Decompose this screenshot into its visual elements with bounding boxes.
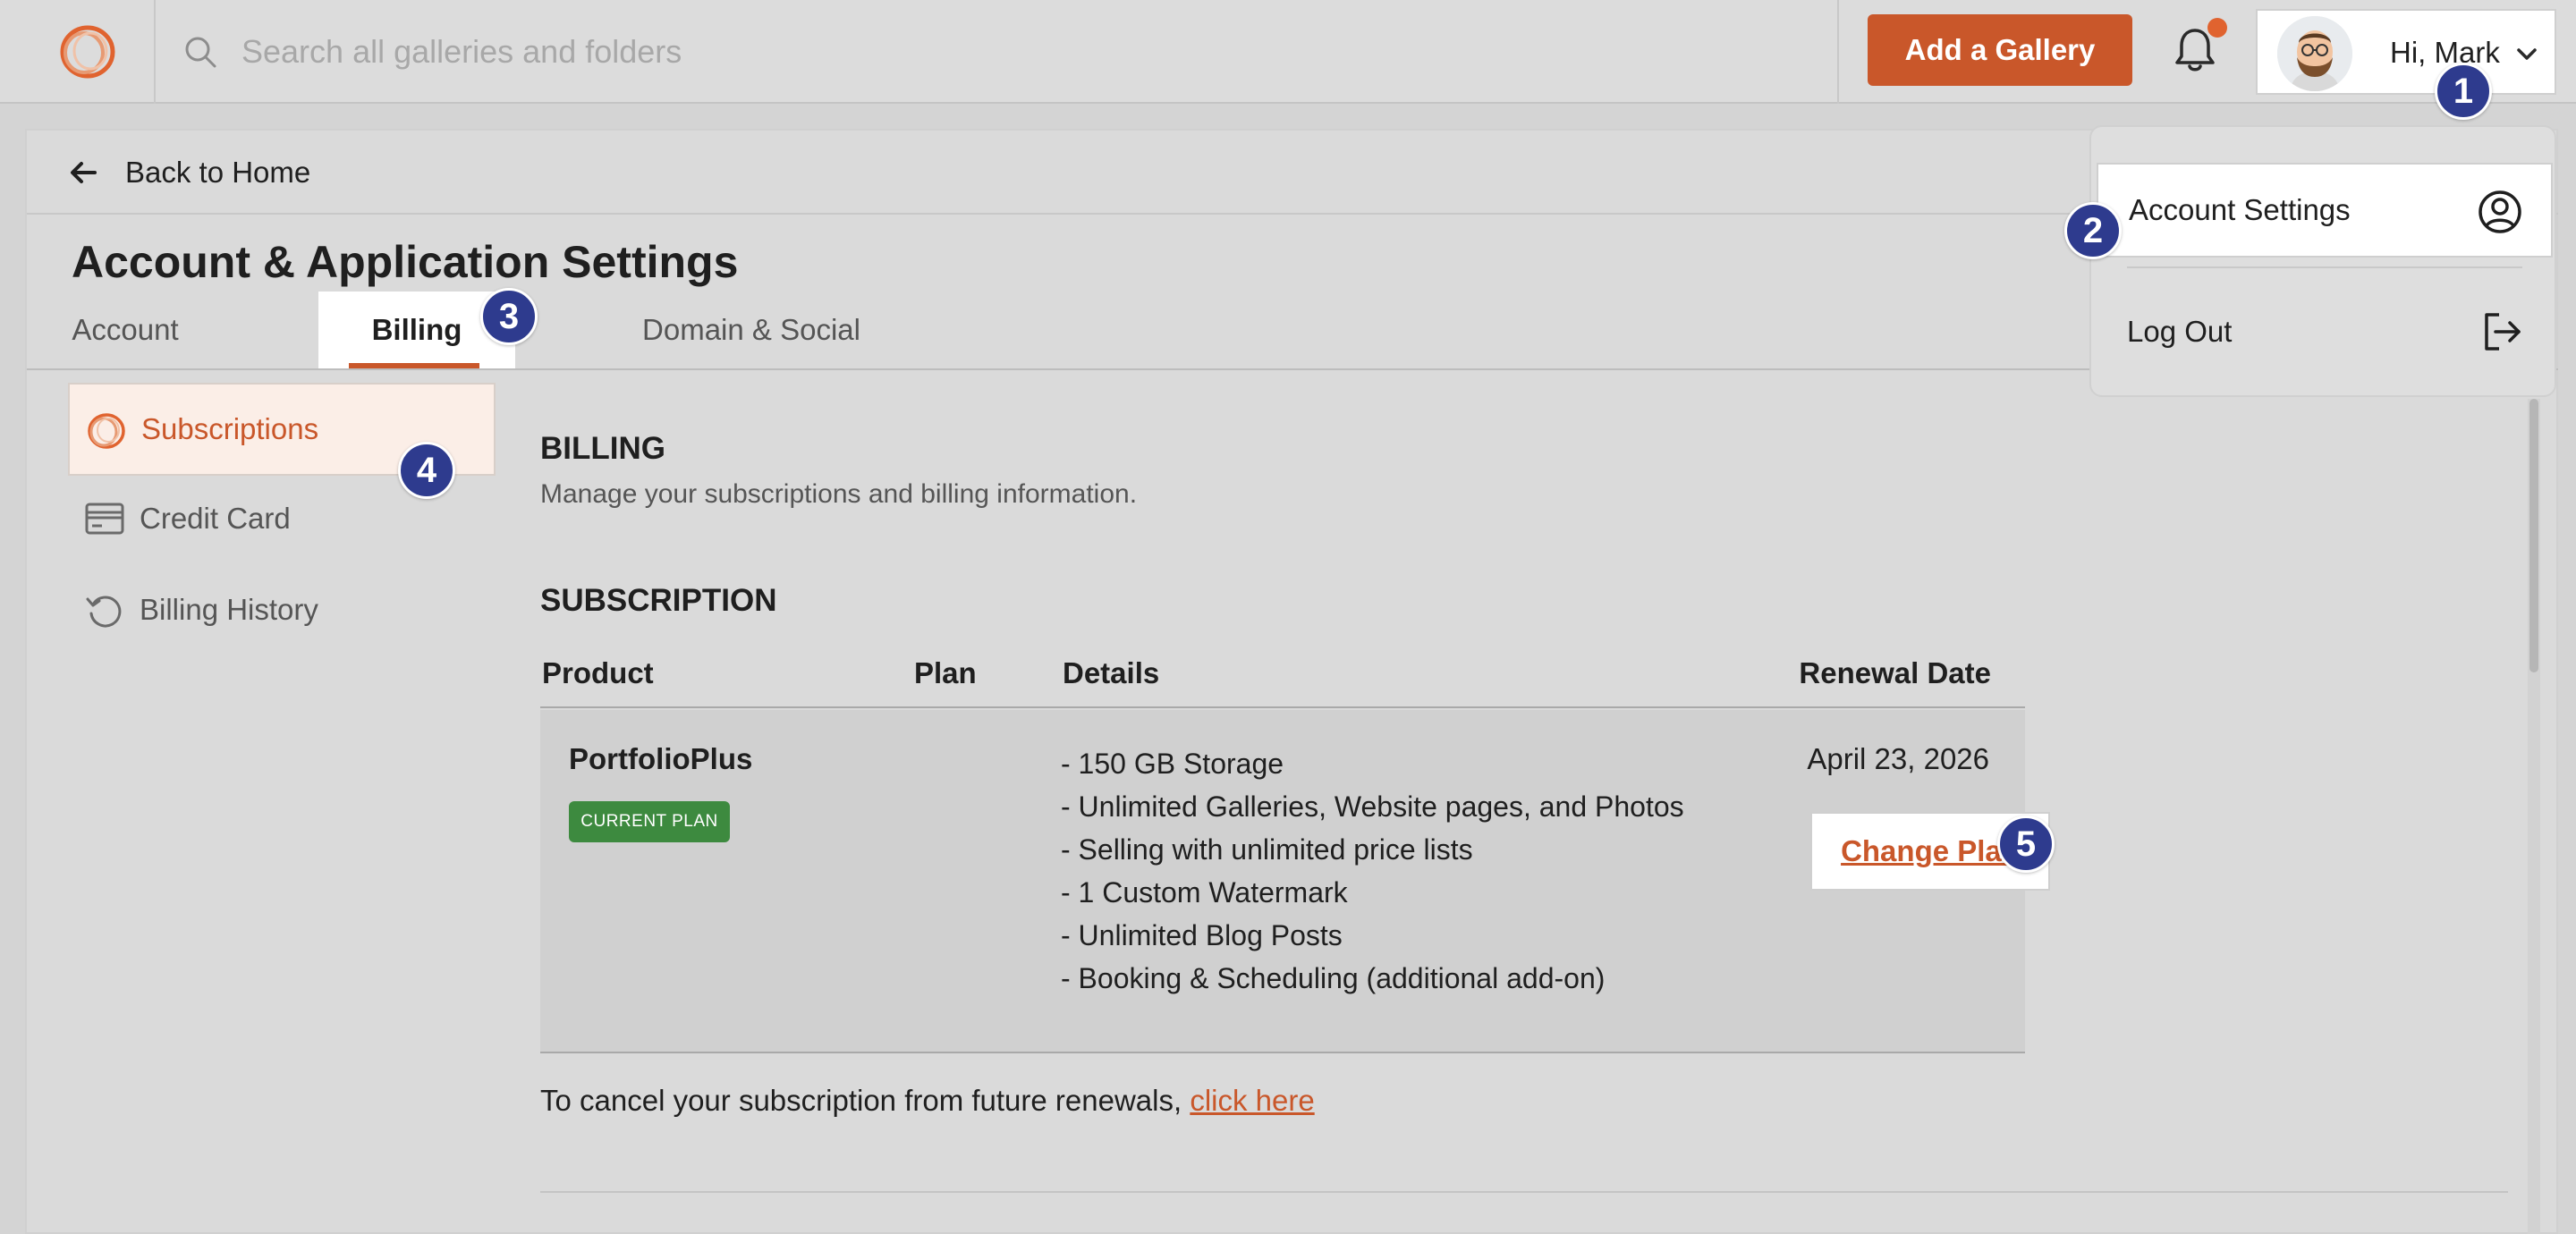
chevron-down-icon bbox=[2517, 48, 2537, 60]
column-header-plan: Plan bbox=[914, 656, 977, 689]
user-circle-icon bbox=[2479, 190, 2521, 233]
renewal-date: April 23, 2026 bbox=[1807, 742, 1989, 775]
cancel-subscription-link[interactable]: click here bbox=[1190, 1084, 1314, 1117]
back-to-home-link[interactable]: Back to Home bbox=[125, 156, 310, 190]
current-plan-badge: CURRENT PLAN bbox=[569, 801, 730, 842]
credit-card-icon bbox=[85, 503, 124, 535]
tab-domain-social[interactable]: Domain & Social bbox=[599, 292, 903, 368]
step-marker-1: 1 bbox=[2435, 63, 2492, 120]
logo-ring-icon bbox=[88, 413, 125, 449]
page-title: Account & Application Settings bbox=[72, 237, 739, 287]
column-header-details: Details bbox=[1063, 656, 1160, 689]
plan-detail-item: - 1 Custom Watermark bbox=[1061, 876, 1348, 909]
search-input[interactable] bbox=[242, 27, 1762, 77]
column-header-product: Product bbox=[542, 656, 654, 689]
scrollbar-thumb[interactable] bbox=[2529, 399, 2538, 672]
arrow-left-icon[interactable] bbox=[68, 157, 98, 188]
step-marker-5: 5 bbox=[1997, 816, 2055, 873]
logout-icon bbox=[2485, 313, 2521, 351]
section-divider bbox=[540, 1191, 2508, 1193]
step-marker-4: 4 bbox=[398, 442, 455, 499]
plan-detail-item: - 150 GB Storage bbox=[1061, 748, 1284, 780]
step-marker-3: 3 bbox=[480, 288, 538, 345]
tab-account[interactable]: Account bbox=[54, 292, 197, 368]
subscription-heading: SUBSCRIPTION bbox=[540, 583, 777, 618]
cancel-text: To cancel your subscription from future … bbox=[540, 1084, 1191, 1117]
plan-details-list: - 150 GB Storage - Unlimited Galleries, … bbox=[1061, 742, 1684, 1000]
table-row: PortfolioPlus CURRENT PLAN - 150 GB Stor… bbox=[540, 710, 2050, 1053]
cancel-subscription-text: To cancel your subscription from future … bbox=[540, 1084, 1315, 1118]
billing-description: Manage your subscriptions and billing in… bbox=[540, 479, 1138, 509]
search-icon bbox=[185, 37, 216, 68]
avatar bbox=[2277, 16, 2352, 91]
subnav-billing-history[interactable]: Billing History bbox=[68, 563, 496, 656]
subnav-label: Credit Card bbox=[140, 502, 291, 535]
menu-item-log-out[interactable]: Log Out bbox=[2097, 284, 2553, 379]
topbar-divider bbox=[1837, 0, 1839, 104]
subnav-label: Subscriptions bbox=[141, 412, 319, 445]
user-greeting: Hi, Mark bbox=[2390, 36, 2500, 69]
user-dropdown-menu: Account Settings Log Out bbox=[2089, 125, 2556, 397]
plan-detail-item: - Unlimited Galleries, Website pages, an… bbox=[1061, 790, 1684, 823]
notification-badge bbox=[2207, 18, 2227, 38]
column-header-renewal-date: Renewal Date bbox=[1799, 656, 1991, 689]
plan-detail-item: - Unlimited Blog Posts bbox=[1061, 919, 1343, 951]
menu-divider bbox=[2127, 266, 2522, 268]
billing-heading: BILLING bbox=[540, 431, 665, 466]
logo-icon[interactable] bbox=[57, 23, 118, 80]
menu-item-label: Log Out bbox=[2127, 315, 2233, 348]
user-menu-button[interactable]: Hi, Mark bbox=[2256, 9, 2556, 95]
menu-item-label: Account Settings bbox=[2129, 193, 2351, 226]
subnav-label: Billing History bbox=[140, 593, 318, 626]
history-icon bbox=[86, 596, 122, 628]
product-name: PortfolioPlus bbox=[569, 742, 753, 775]
step-marker-2: 2 bbox=[2064, 202, 2122, 259]
top-bar: Add a Gallery Hi, Mark bbox=[0, 0, 2576, 104]
plan-detail-item: - Booking & Scheduling (additional add-o… bbox=[1061, 962, 1606, 994]
plan-detail-item: - Selling with unlimited price lists bbox=[1061, 833, 1473, 866]
add-gallery-button[interactable]: Add a Gallery bbox=[1868, 14, 2132, 86]
menu-item-account-settings[interactable]: Account Settings bbox=[2097, 163, 2553, 258]
logo-area bbox=[0, 0, 156, 104]
header-divider bbox=[540, 706, 2025, 708]
